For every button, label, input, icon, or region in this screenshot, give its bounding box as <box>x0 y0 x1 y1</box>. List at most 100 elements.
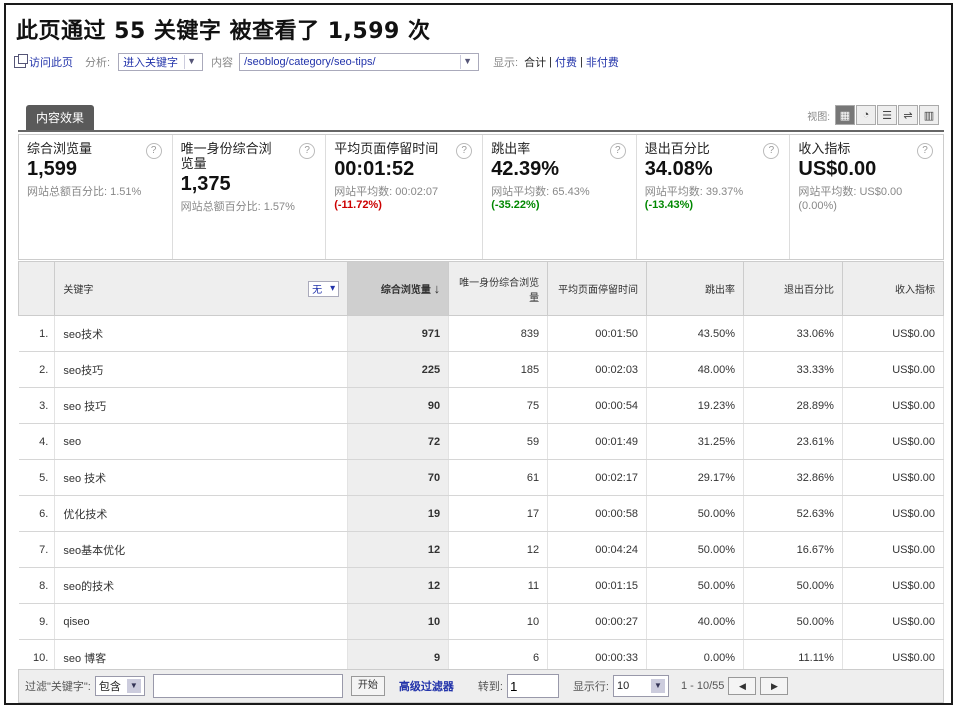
rows-select[interactable]: 10 ▼ <box>613 675 669 697</box>
keyword-filter-select[interactable]: 无 ▾ <box>308 280 340 297</box>
report-frame: 此页通过 55 关键字 被查看了 1,599 次 访问此页 分析: 进入关键字 … <box>4 3 953 705</box>
analysis-select[interactable]: 进入关键字 ▼ <box>118 53 204 71</box>
rows-label: 显示行: <box>572 681 609 693</box>
filter-input[interactable] <box>152 674 343 698</box>
table-footer: 过滤"关键字": 包含 ▼ 开始 高级过滤器 转到: 显示行: 10 ▼ 1 -… <box>18 669 944 703</box>
row-pageviews: 90 <box>347 387 450 424</box>
metric-value: 00:01:52 <box>334 158 415 180</box>
row-pageviews: 72 <box>347 423 450 460</box>
row-unique-pageviews: 75 <box>448 387 549 424</box>
divider: | <box>549 56 552 68</box>
display-total-option[interactable]: 合计 <box>524 54 546 70</box>
help-icon[interactable]: ? <box>145 143 162 159</box>
filter-label: 过滤"关键字": <box>25 681 91 693</box>
header-keyword[interactable]: 关键字 无 ▾ <box>54 261 349 316</box>
row-revenue: US$0.00 <box>842 423 945 460</box>
go-button[interactable]: 开始 <box>350 676 385 696</box>
row-bounce-rate: 19.23% <box>646 387 744 424</box>
row-revenue: US$0.00 <box>842 315 945 352</box>
compare-view-icon[interactable]: ⇌ <box>898 105 918 125</box>
row-keyword-link[interactable]: seo技术 <box>54 315 349 352</box>
pie-view-icon[interactable]: ◔ <box>856 105 876 125</box>
metric-value: 1,599 <box>27 158 78 180</box>
keyword-filter-value: 无 <box>312 285 323 296</box>
row-keyword-link[interactable]: seo 技术 <box>54 459 349 496</box>
table-row: 4. seo 72 59 00:01:49 31.25% 23.61% US$0.00 <box>18 423 945 460</box>
visit-page-link[interactable]: 访问此页 <box>29 54 73 70</box>
filter-mode-select[interactable]: 包含 ▼ <box>94 676 145 696</box>
row-revenue: US$0.00 <box>842 603 945 640</box>
metric-value: 42.39% <box>491 158 560 180</box>
row-keyword-link[interactable]: seo 技巧 <box>54 387 349 424</box>
metric-revenue: 收入指标 ? US$0.00 网站平均数: US$0.00 (0.00%) <box>790 135 943 259</box>
metric-value: 34.08% <box>644 158 713 180</box>
bar-view-icon[interactable]: ☰ <box>877 105 897 125</box>
tab-content-performance[interactable]: 内容效果 <box>26 105 95 131</box>
row-keyword-link[interactable]: qiseo <box>54 603 349 640</box>
metric-sub: 网站总额百分比: 1.57% <box>180 201 295 213</box>
analysis-label: 分析: <box>85 57 111 69</box>
row-keyword-link[interactable]: seo的技术 <box>54 567 349 604</box>
goto-input[interactable] <box>506 674 559 698</box>
row-unique-pageviews: 11 <box>448 567 549 604</box>
row-bounce-rate: 50.00% <box>646 495 744 532</box>
header-revenue[interactable]: 收入指标 <box>841 261 945 316</box>
help-icon[interactable]: ? <box>916 143 933 159</box>
help-icon[interactable]: ? <box>609 143 626 159</box>
help-icon[interactable]: ? <box>456 143 473 159</box>
external-link-icon <box>14 54 28 68</box>
help-icon[interactable]: ? <box>763 143 780 159</box>
chevron-down-icon: ▼ <box>184 55 198 69</box>
header-unique-pageviews[interactable]: 唯一身份综合浏览量 <box>448 261 549 316</box>
table-row: 1. seo技术 971 839 00:01:50 43.50% 33.06% US$0.00 <box>18 315 945 352</box>
row-exit-pct: 23.61% <box>743 423 843 460</box>
header-exit-pct[interactable]: 退出百分比 <box>743 261 843 316</box>
header-avg-time[interactable]: 平均页面停留时间 <box>547 261 648 316</box>
table-header-row: 关键字 无 ▾ 综合浏览量 ↓ 唯一身份综合浏览量 平均页面停留时间 跳出率 退… <box>17 261 945 316</box>
row-exit-pct: 32.86% <box>743 459 843 496</box>
table-row: 5. seo 技术 70 61 00:02:17 29.17% 32.86% US$0.00 <box>18 459 945 496</box>
next-page-button[interactable]: ▶ <box>760 677 789 695</box>
table-view-icon[interactable]: ▦ <box>835 105 855 125</box>
header-pageviews-label: 综合浏览量 <box>380 285 431 296</box>
row-unique-pageviews: 12 <box>448 531 549 568</box>
row-pageviews: 12 <box>347 567 450 604</box>
metric-label: 跳出率 <box>491 141 531 156</box>
row-bounce-rate: 50.00% <box>646 531 744 568</box>
view-switcher: 视图: ▦ ◔ ☰ ⇌ ▥ <box>807 105 939 125</box>
row-revenue: US$0.00 <box>842 351 945 388</box>
display-nonpaid-option[interactable]: 非付费 <box>586 54 619 70</box>
row-avg-time: 00:00:54 <box>547 387 648 424</box>
row-keyword-link[interactable]: seo <box>54 423 349 460</box>
row-rank: 5. <box>18 459 56 496</box>
metric-sub: 网站平均数: 65.43% <box>491 186 590 198</box>
row-rank: 3. <box>18 387 56 424</box>
row-keyword-link[interactable]: seo技巧 <box>54 351 349 388</box>
header-bounce-rate[interactable]: 跳出率 <box>646 261 744 316</box>
row-keyword-link[interactable]: seo基本优化 <box>54 531 349 568</box>
row-avg-time: 00:00:58 <box>547 495 648 532</box>
divider: | <box>579 56 583 68</box>
advanced-filter-link[interactable]: 高级过滤器 <box>399 678 454 694</box>
content-select[interactable]: /seoblog/category/seo-tips/ ▼ <box>239 53 480 71</box>
report-toolbar: 访问此页 分析: 进入关键字 ▼ 内容 /seoblog/category/se… <box>14 51 934 73</box>
row-unique-pageviews: 17 <box>448 495 549 532</box>
row-pageviews: 70 <box>347 459 450 496</box>
display-paid-option[interactable]: 付费 <box>555 54 577 70</box>
row-pageviews: 10 <box>347 603 450 640</box>
chevron-down-icon: ▼ <box>651 679 665 693</box>
row-unique-pageviews: 185 <box>448 351 549 388</box>
row-pageviews: 225 <box>347 351 450 388</box>
help-icon[interactable]: ? <box>299 143 316 159</box>
table-row: 9. qiseo 10 10 00:00:27 40.00% 50.00% US$0.00 <box>18 603 945 640</box>
row-keyword-link[interactable]: 优化技术 <box>54 495 349 532</box>
pivot-view-icon[interactable]: ▥ <box>919 105 939 125</box>
prev-page-button[interactable]: ◀ <box>728 677 757 695</box>
header-pageviews[interactable]: 综合浏览量 ↓ <box>347 261 450 316</box>
views-label: 视图: <box>807 111 830 123</box>
header-keyword-label: 关键字 <box>63 285 94 296</box>
row-avg-time: 00:02:03 <box>547 351 648 388</box>
row-rank: 8. <box>18 567 56 604</box>
row-exit-pct: 50.00% <box>743 603 843 640</box>
metric-label: 平均页面停留时间 <box>334 141 439 156</box>
